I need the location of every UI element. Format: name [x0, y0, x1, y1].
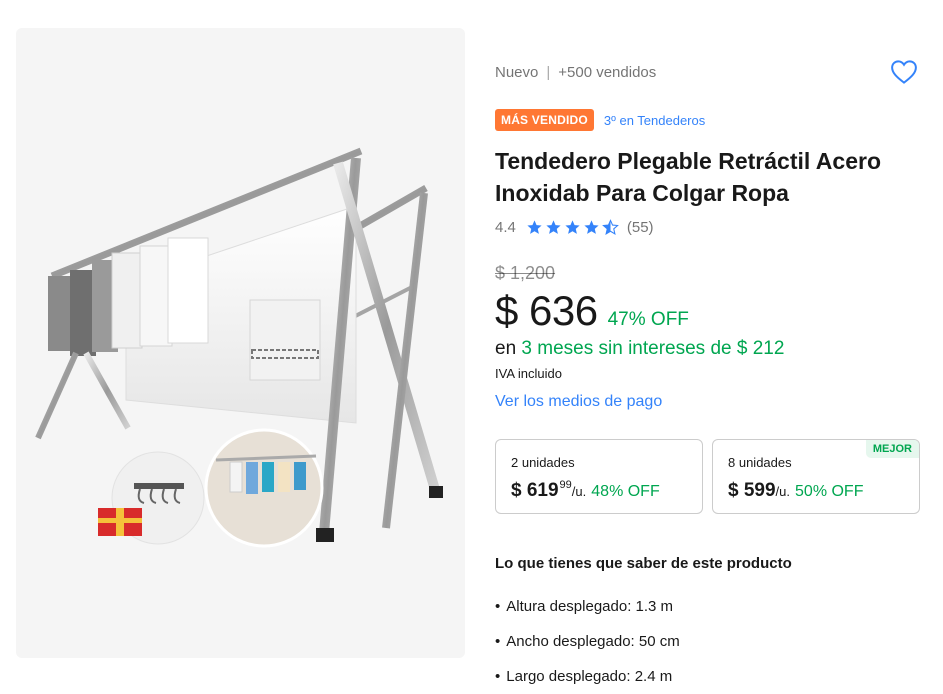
favorite-button[interactable] [889, 57, 919, 87]
product-info-panel: Nuevo | +500 vendidos MÁS VENDIDO 3º en … [495, 0, 925, 694]
quantity-unit: /u. [571, 484, 587, 499]
star-half-icon [601, 219, 619, 235]
rating-row[interactable]: 4.4 (55) [495, 219, 654, 236]
highlights-title: Lo que tienes que saber de este producto [495, 555, 792, 572]
quantity-offer-2-units[interactable]: 2 unidades $ 619 99 /u. 48% OFF [495, 439, 703, 514]
clothes-rack-illustration [35, 147, 443, 548]
product-subtitle: Nuevo | +500 vendidos [495, 64, 656, 81]
rating-value: 4.4 [495, 219, 516, 236]
product-title: Tendedero Plegable Retráctil Acero Inoxi… [495, 148, 882, 206]
star-full-icon [584, 220, 599, 234]
price-row: $ 636 47% OFF [495, 287, 689, 335]
star-full-icon [527, 220, 542, 234]
discount-label: 47% OFF [607, 309, 689, 330]
installments-text: en 3 meses sin intereses de $ 212 [495, 338, 784, 360]
rating-stars [526, 219, 619, 236]
highlight-item: Largo desplegado: 2.4 m [495, 668, 680, 694]
quantity-price: $ 599 [728, 480, 776, 501]
review-count: (55) [626, 219, 654, 236]
installments-detail: 3 meses sin intereses de $ 212 [521, 338, 785, 359]
sold-count: +500 vendidos [558, 64, 657, 81]
quantity-unit: /u. [775, 484, 791, 499]
product-image[interactable] [16, 28, 465, 658]
current-price: $ 636 [495, 287, 598, 334]
quantity-discount: 48% OFF [591, 483, 660, 500]
quantity-price-row: $ 619 99 /u. 48% OFF [511, 479, 660, 502]
highlights-list: Altura desplegado: 1.3 m Ancho desplegad… [495, 598, 680, 694]
category-ranking-link[interactable]: 3º en Tendederos [604, 113, 705, 128]
quantity-discount: 50% OFF [795, 483, 864, 500]
quantity-offer-8-units[interactable]: MEJOR 8 unidades $ 599 /u. 50% OFF [712, 439, 920, 514]
best-offer-tag: MEJOR [865, 440, 919, 458]
installments-prefix: en [495, 338, 522, 359]
condition-label: Nuevo [495, 64, 539, 81]
badge-row: MÁS VENDIDO 3º en Tendederos [495, 109, 705, 131]
highlight-item: Altura desplegado: 1.3 m [495, 598, 680, 633]
original-price: $ 1,200 [495, 263, 556, 283]
star-full-icon [546, 220, 561, 234]
quantity-label: 2 unidades [511, 455, 575, 470]
quantity-price-row: $ 599 /u. 50% OFF [728, 480, 863, 502]
best-seller-badge: MÁS VENDIDO [495, 109, 594, 131]
tax-note: IVA incluido [495, 366, 562, 381]
quantity-price: $ 619 [511, 480, 559, 501]
highlight-item: Ancho desplegado: 50 cm [495, 633, 679, 668]
star-full-icon [565, 220, 580, 234]
separator: | [546, 64, 551, 81]
quantity-price-cents: 99 [559, 479, 572, 491]
quantity-label: 8 unidades [728, 455, 792, 470]
payment-methods-link[interactable]: Ver los medios de pago [495, 393, 662, 411]
heart-outline-icon [891, 60, 917, 84]
